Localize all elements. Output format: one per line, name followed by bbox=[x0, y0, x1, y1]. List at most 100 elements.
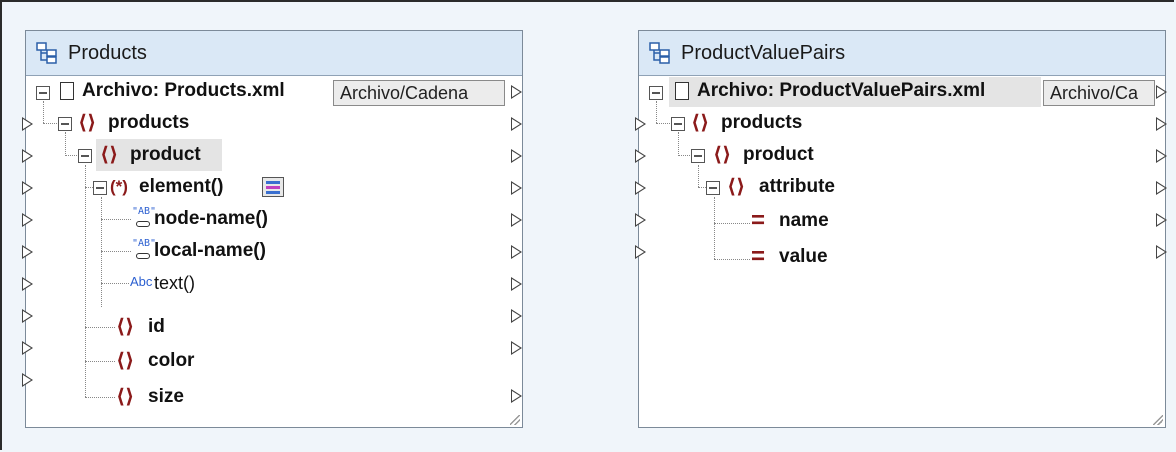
input-port[interactable] bbox=[635, 117, 646, 131]
tree-line bbox=[698, 187, 706, 188]
element-icon: ⟨⟩ bbox=[116, 386, 135, 408]
file-icon bbox=[675, 82, 689, 100]
element-icon: ⟨⟩ bbox=[727, 176, 746, 198]
tree-line bbox=[65, 155, 77, 156]
input-port[interactable] bbox=[22, 117, 33, 131]
node-text[interactable]: text() bbox=[154, 267, 195, 299]
collapse-toggle[interactable] bbox=[691, 149, 705, 163]
file-string-button[interactable]: Archivo/Cadena bbox=[333, 80, 505, 106]
node-id[interactable]: id bbox=[148, 311, 165, 343]
node-size[interactable]: size bbox=[148, 381, 184, 413]
wildcard-settings-icon[interactable] bbox=[262, 177, 284, 197]
node-local-name[interactable]: local-name() bbox=[154, 235, 266, 267]
collapse-toggle[interactable] bbox=[706, 181, 720, 195]
string-function-icon: "AB" bbox=[132, 206, 157, 217]
output-port[interactable] bbox=[511, 277, 522, 291]
input-port[interactable] bbox=[22, 309, 33, 323]
output-port[interactable] bbox=[511, 245, 522, 259]
node-product[interactable]: product bbox=[130, 139, 201, 171]
tree-line bbox=[85, 187, 93, 188]
function-connector-icon bbox=[136, 253, 150, 259]
function-connector-icon bbox=[136, 221, 150, 227]
output-port[interactable] bbox=[511, 309, 522, 323]
schema-tree-icon bbox=[36, 42, 58, 64]
tree-line bbox=[714, 223, 750, 224]
file-icon bbox=[60, 82, 74, 100]
output-port[interactable] bbox=[511, 213, 522, 227]
file-string-button[interactable]: Archivo/Ca bbox=[1043, 80, 1155, 106]
collapse-toggle[interactable] bbox=[93, 181, 107, 195]
output-port[interactable] bbox=[1156, 213, 1167, 227]
attribute-icon: = bbox=[751, 207, 766, 234]
productvaluepairs-component[interactable]: ProductValuePairs Archivo: ProductValueP… bbox=[635, 30, 1167, 428]
tree-line bbox=[85, 327, 115, 328]
output-port[interactable] bbox=[511, 181, 522, 195]
node-product[interactable]: product bbox=[743, 139, 814, 171]
node-products[interactable]: products bbox=[721, 107, 802, 139]
node-products[interactable]: products bbox=[108, 107, 189, 139]
string-function-icon: "AB" bbox=[132, 238, 157, 249]
file-label: Archivo: ProductValuePairs.xml bbox=[697, 80, 986, 101]
tree-line bbox=[714, 259, 750, 260]
component-header[interactable]: ProductValuePairs bbox=[639, 31, 1165, 76]
tree-line bbox=[85, 397, 115, 398]
resize-grip[interactable] bbox=[1153, 415, 1163, 425]
tree-line bbox=[101, 219, 131, 220]
tree-line bbox=[85, 165, 86, 397]
collapse-toggle[interactable] bbox=[36, 86, 50, 100]
tree-line bbox=[101, 251, 131, 252]
node-name[interactable]: name bbox=[779, 205, 829, 237]
element-icon: ⟨⟩ bbox=[78, 112, 97, 134]
node-element[interactable]: element() bbox=[139, 171, 223, 203]
node-value[interactable]: value bbox=[779, 241, 828, 273]
collapse-toggle[interactable] bbox=[58, 117, 72, 131]
node-color[interactable]: color bbox=[148, 345, 194, 377]
element-icon: ⟨⟩ bbox=[116, 316, 135, 338]
component-title: ProductValuePairs bbox=[681, 42, 846, 64]
tree-line bbox=[43, 123, 57, 124]
input-port[interactable] bbox=[22, 213, 33, 227]
element-icon: ⟨⟩ bbox=[691, 112, 710, 134]
tree-line bbox=[101, 197, 102, 307]
output-port[interactable] bbox=[1156, 181, 1167, 195]
tree-line bbox=[656, 123, 670, 124]
tree-line bbox=[656, 101, 657, 123]
output-port[interactable] bbox=[511, 389, 522, 403]
output-port[interactable] bbox=[511, 117, 522, 131]
attribute-icon: = bbox=[751, 243, 766, 270]
wildcard-element-icon: (*) bbox=[110, 177, 128, 196]
input-port[interactable] bbox=[22, 245, 33, 259]
output-port[interactable] bbox=[511, 149, 522, 163]
output-port[interactable] bbox=[511, 85, 522, 99]
input-port[interactable] bbox=[635, 149, 646, 163]
node-node-name[interactable]: node-name() bbox=[154, 203, 268, 235]
component-header[interactable]: Products bbox=[26, 31, 522, 76]
element-icon: ⟨⟩ bbox=[100, 144, 119, 166]
node-attribute[interactable]: attribute bbox=[759, 171, 835, 203]
collapse-toggle[interactable] bbox=[78, 149, 92, 163]
input-port[interactable] bbox=[635, 213, 646, 227]
output-port[interactable] bbox=[1156, 117, 1167, 131]
tree-line bbox=[678, 155, 690, 156]
text-node-icon: Abc bbox=[130, 274, 153, 289]
output-port[interactable] bbox=[1156, 149, 1167, 163]
element-icon: ⟨⟩ bbox=[713, 144, 732, 166]
input-port[interactable] bbox=[22, 181, 33, 195]
resize-grip[interactable] bbox=[510, 415, 520, 425]
input-port[interactable] bbox=[22, 149, 33, 163]
output-port[interactable] bbox=[1156, 85, 1167, 99]
output-port[interactable] bbox=[511, 341, 522, 355]
tree-line bbox=[678, 132, 679, 154]
collapse-toggle[interactable] bbox=[649, 86, 663, 100]
input-port[interactable] bbox=[635, 181, 646, 195]
collapse-toggle[interactable] bbox=[671, 117, 685, 131]
output-port[interactable] bbox=[1156, 245, 1167, 259]
input-port[interactable] bbox=[22, 373, 33, 387]
products-component[interactable]: Products Archivo: Products.xml Archivo/C… bbox=[22, 30, 523, 428]
tree-line bbox=[65, 132, 66, 154]
input-port[interactable] bbox=[22, 341, 33, 355]
file-label: Archivo: Products.xml bbox=[82, 80, 285, 101]
input-port[interactable] bbox=[22, 277, 33, 291]
element-icon: ⟨⟩ bbox=[116, 350, 135, 372]
input-port[interactable] bbox=[635, 245, 646, 259]
